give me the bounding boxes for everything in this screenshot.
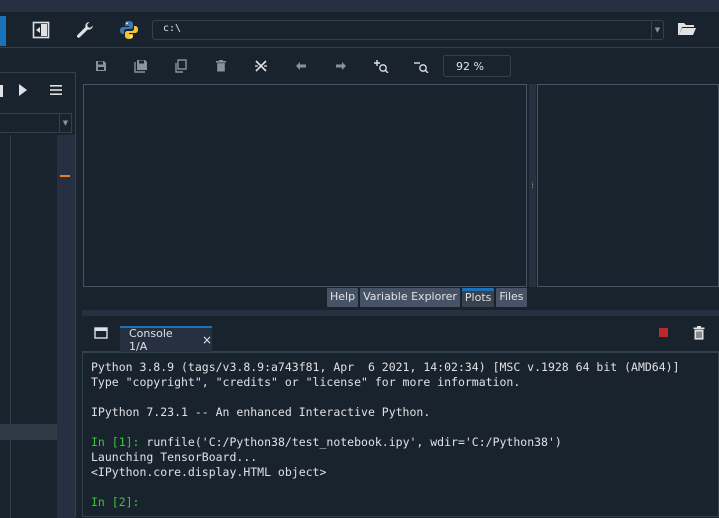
console-line: Type "copyright", "credits" or "license"… <box>91 375 521 389</box>
maximize-pane-icon[interactable] <box>28 18 54 42</box>
browse-folder-icon[interactable] <box>674 17 700 41</box>
previous-indicator-icon[interactable] <box>0 85 3 97</box>
run-arrow-icon[interactable] <box>18 83 28 100</box>
editor-pane-header <box>0 73 75 109</box>
code-editor[interactable] <box>0 135 57 518</box>
tab-variable-explorer[interactable]: Variable Explorer <box>360 288 460 307</box>
tab-plots[interactable]: Plots <box>461 288 495 307</box>
remove-plot-icon[interactable] <box>210 56 232 76</box>
console-line: Python 3.8.9 (tags/v3.8.9:a743f81, Apr 6… <box>91 360 680 374</box>
window-top-strip <box>0 0 719 12</box>
pane-tab-bar: Help Variable Explorer Plots Files <box>327 288 527 308</box>
next-plot-arrow-icon[interactable] <box>330 56 352 76</box>
zoom-out-icon[interactable] <box>410 56 432 76</box>
plot-canvas[interactable] <box>83 84 527 287</box>
zoom-level-field[interactable]: 92 % <box>443 55 511 77</box>
python-path-manager-icon[interactable] <box>116 18 142 42</box>
chevron-down-icon[interactable]: ▼ <box>59 114 71 132</box>
plots-splitter-handle[interactable]: ⁞ <box>529 84 536 287</box>
remove-console-icon[interactable] <box>689 323 709 343</box>
editor-gutter-line <box>10 135 11 518</box>
toolbar-accent <box>0 16 6 46</box>
current-line-highlight <box>0 424 57 440</box>
options-menu-icon[interactable] <box>49 84 63 99</box>
file-switcher-combobox[interactable]: ▼ <box>0 113 72 133</box>
zoom-in-icon[interactable] <box>370 56 392 76</box>
stop-kernel-icon[interactable] <box>659 328 668 337</box>
console-line: In [1]: runfile('C:/Python38/test_notebo… <box>91 435 562 449</box>
console-tab-label: Console 1/A <box>129 327 173 353</box>
previous-plot-arrow-icon[interactable] <box>290 56 312 76</box>
console-line: <IPython.core.display.HTML object> <box>91 465 327 479</box>
console-output[interactable]: Python 3.8.9 (tags/v3.8.9:a743f81, Apr 6… <box>82 352 719 517</box>
input-prompt: In [1]: <box>91 435 140 449</box>
tab-help[interactable]: Help <box>327 288 359 307</box>
plots-toolbar <box>82 50 719 82</box>
save-all-plots-icon[interactable] <box>130 56 152 76</box>
chevron-down-icon[interactable]: ▼ <box>651 21 663 39</box>
tab-files[interactable]: Files <box>496 288 527 307</box>
editor-scrollbar[interactable] <box>57 135 75 518</box>
tab-console[interactable]: Console 1/A × <box>120 326 212 353</box>
working-directory-combobox[interactable]: c:\ ▼ <box>152 20 664 40</box>
horizontal-splitter[interactable] <box>82 310 719 316</box>
console-line: In [2]: <box>91 495 718 510</box>
new-console-window-icon[interactable] <box>90 323 112 343</box>
console-line: Launching TensorBoard... <box>91 450 258 464</box>
working-directory-value: c:\ <box>163 23 182 34</box>
plot-thumbnails-panel[interactable] <box>537 84 719 287</box>
console-line: IPython 7.23.1 -- An enhanced Interactiv… <box>91 405 431 419</box>
input-prompt: In [2]: <box>91 495 140 509</box>
close-icon[interactable]: × <box>202 333 212 347</box>
preferences-wrench-icon[interactable] <box>72 18 98 42</box>
copy-plot-icon[interactable] <box>170 56 192 76</box>
scrollbar-warning-marker <box>60 175 70 177</box>
remove-all-plots-icon[interactable] <box>250 56 272 76</box>
editor-pane: ▼ <box>0 72 76 518</box>
save-plot-icon[interactable] <box>90 56 112 76</box>
